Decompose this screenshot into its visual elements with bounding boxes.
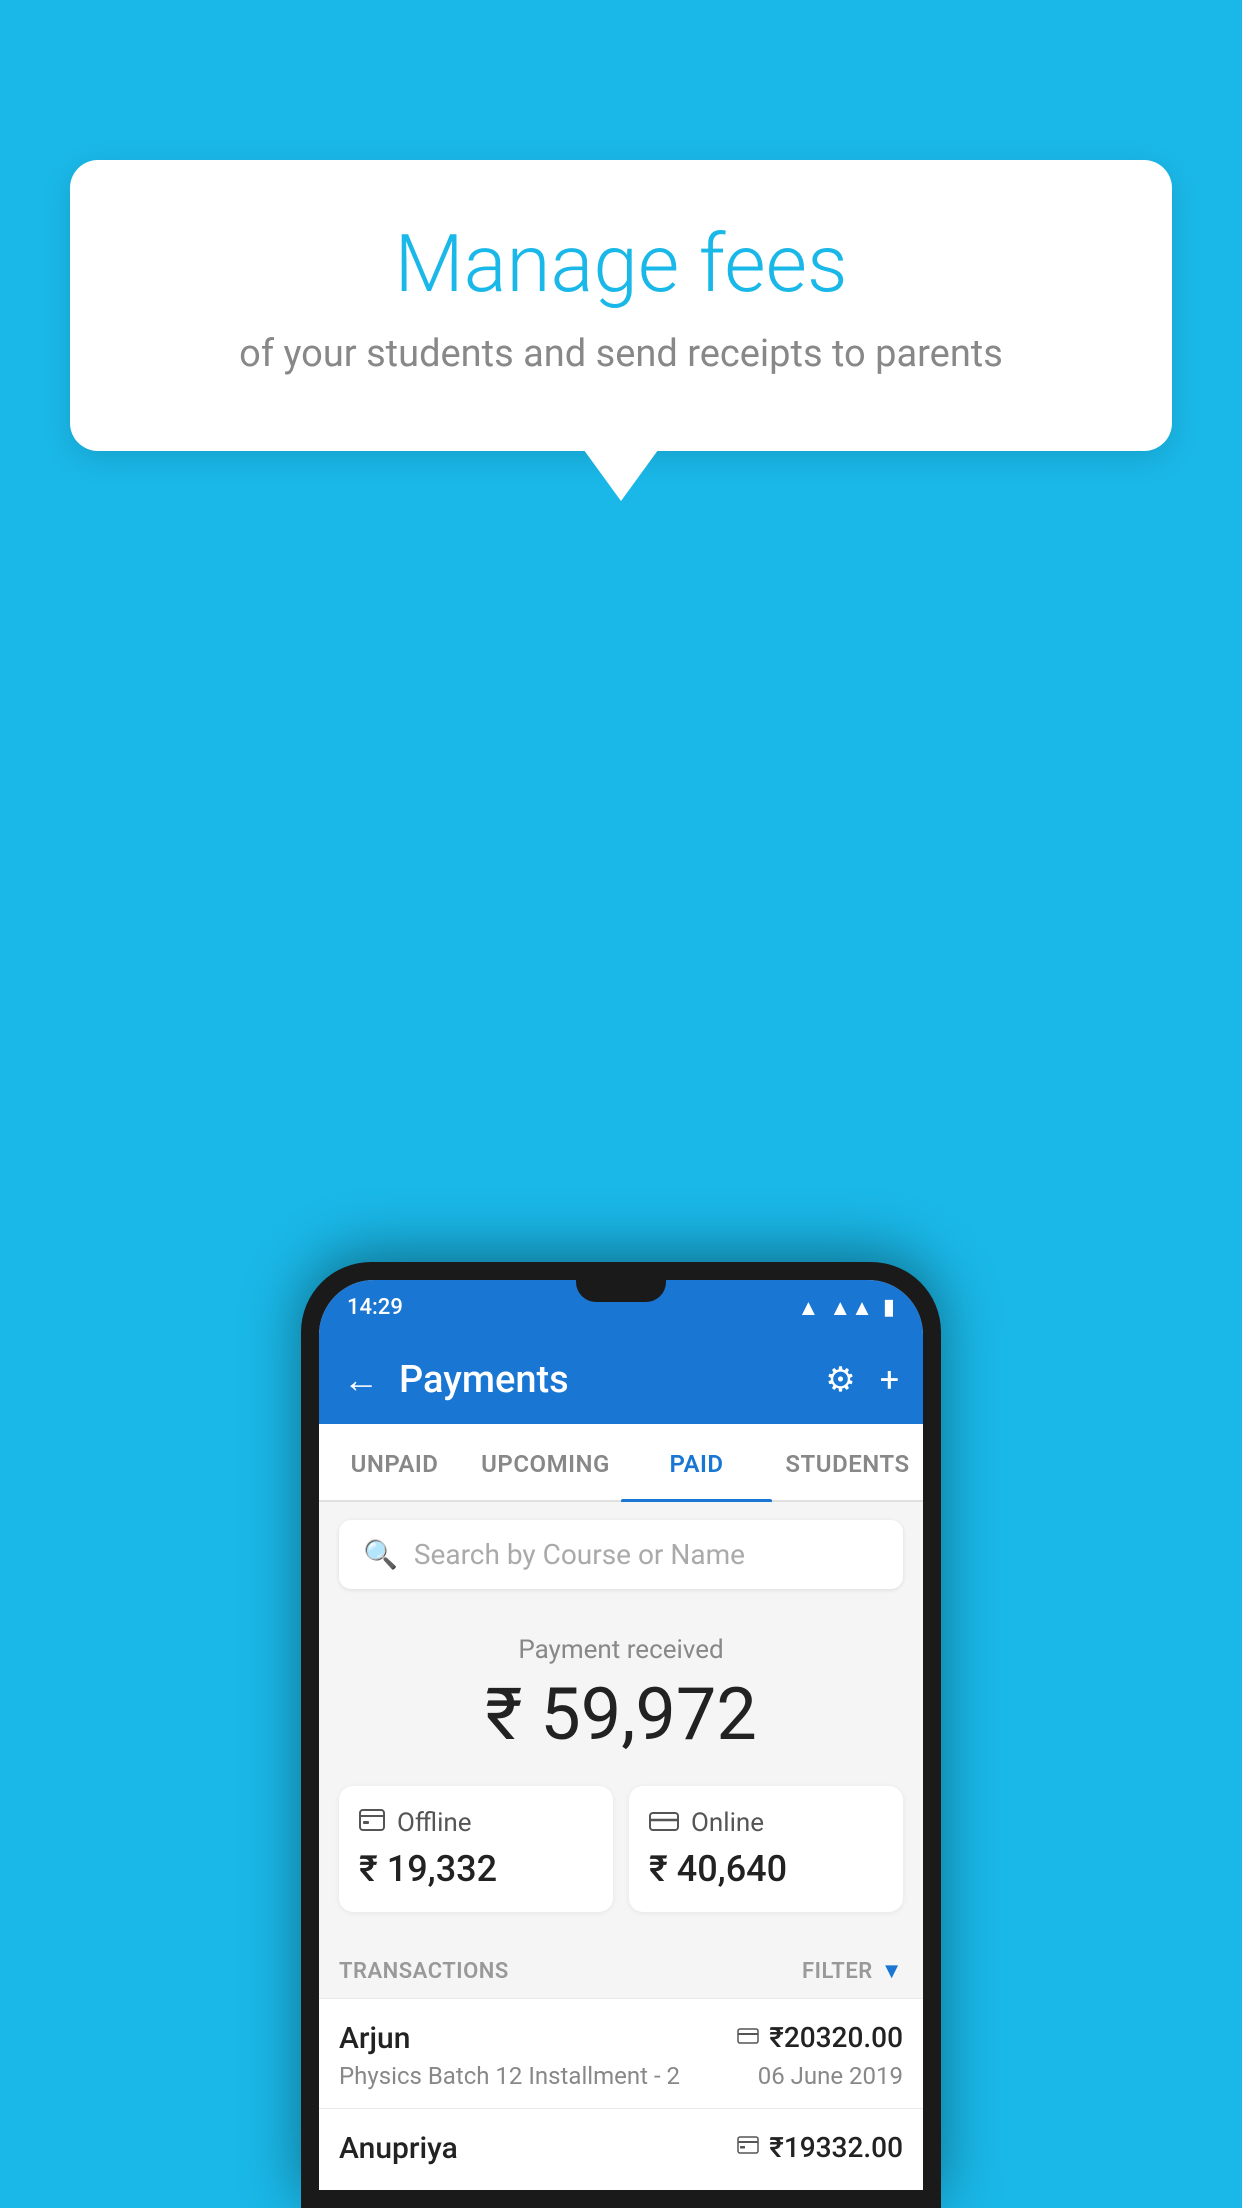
search-input[interactable]: Search by Course or Name: [414, 1538, 745, 1571]
tabs-bar: UNPAID UPCOMING PAID STUDENTS: [319, 1424, 923, 1502]
status-icons: ▲ ▲▲ ▮: [798, 1295, 895, 1321]
online-icon: [649, 1808, 679, 1838]
tx-amount-wrap-arjun: ₹20320.00: [737, 2021, 903, 2054]
tab-paid[interactable]: PAID: [621, 1424, 772, 1500]
search-box[interactable]: 🔍 Search by Course or Name: [339, 1520, 903, 1589]
filter-label: FILTER: [802, 1959, 873, 1984]
status-time: 14:29: [347, 1295, 403, 1320]
wifi-icon: ▲: [798, 1295, 820, 1321]
phone-notch: [576, 1280, 666, 1302]
transaction-row[interactable]: Anupriya ₹19332.00: [319, 2108, 923, 2190]
tx-sub-arjun: Physics Batch 12 Installment - 2 06 June…: [339, 2062, 903, 2090]
tx-amount-arjun: ₹20320.00: [769, 2021, 903, 2054]
online-amount: ₹ 40,640: [649, 1848, 883, 1890]
signal-icon: ▲▲: [829, 1295, 873, 1321]
card-header-online: Online: [649, 1808, 883, 1838]
card-header-offline: Offline: [359, 1808, 593, 1838]
online-payment-card: Online ₹ 40,640: [629, 1786, 903, 1912]
filter-button[interactable]: FILTER ▼: [802, 1958, 903, 1984]
tx-name-anupriya: Anupriya: [339, 2131, 458, 2166]
payment-cards-row: Offline ₹ 19,332 Online ₹ 40,640: [319, 1786, 923, 1940]
back-button[interactable]: ←: [343, 1359, 379, 1401]
tx-amount-anupriya: ₹19332.00: [769, 2131, 903, 2164]
add-button[interactable]: +: [880, 1360, 899, 1400]
page-title: Payments: [399, 1358, 825, 1402]
tab-students[interactable]: STUDENTS: [772, 1424, 923, 1500]
app-bar: ← Payments ⚙ +: [319, 1336, 923, 1424]
tx-date-arjun: 06 June 2019: [758, 2062, 903, 2090]
online-label: Online: [691, 1808, 764, 1838]
tooltip-card: Manage fees of your students and send re…: [70, 160, 1172, 451]
app-bar-actions: ⚙ +: [825, 1360, 899, 1400]
phone-frame: 14:29 ▲ ▲▲ ▮ ← Payments ⚙ + UNPAID UPCOM…: [301, 1262, 941, 2208]
filter-icon: ▼: [881, 1958, 903, 1984]
payment-received-amount: ₹ 59,972: [339, 1675, 903, 1754]
tx-main-arjun: Arjun ₹20320.00: [339, 2021, 903, 2056]
offline-icon: [359, 1808, 385, 1838]
payment-received-section: Payment received ₹ 59,972: [319, 1607, 923, 1786]
transaction-row[interactable]: Arjun ₹20320.00 Physics Batch 12 Install…: [319, 1998, 923, 2108]
transactions-label: TRANSACTIONS: [339, 1959, 509, 1984]
offline-amount: ₹ 19,332: [359, 1848, 593, 1890]
payment-received-label: Payment received: [339, 1635, 903, 1665]
tooltip-title: Manage fees: [150, 220, 1092, 308]
tx-name-arjun: Arjun: [339, 2021, 410, 2056]
tab-unpaid[interactable]: UNPAID: [319, 1424, 470, 1500]
transactions-header: TRANSACTIONS FILTER ▼: [319, 1940, 923, 1998]
settings-button[interactable]: ⚙: [825, 1360, 855, 1400]
phone-screen: 14:29 ▲ ▲▲ ▮ ← Payments ⚙ + UNPAID UPCOM…: [319, 1280, 923, 2190]
battery-icon: ▮: [883, 1295, 895, 1320]
tab-upcoming[interactable]: UPCOMING: [470, 1424, 621, 1500]
offline-label: Offline: [397, 1808, 472, 1838]
tooltip-subtitle: of your students and send receipts to pa…: [150, 328, 1092, 381]
tx-course-arjun: Physics Batch 12 Installment - 2: [339, 2062, 680, 2090]
tx-online-icon: [737, 2025, 759, 2050]
tx-offline-icon: [737, 2135, 759, 2160]
search-container: 🔍 Search by Course or Name: [319, 1502, 923, 1607]
tx-main-anupriya: Anupriya ₹19332.00: [339, 2131, 903, 2166]
offline-payment-card: Offline ₹ 19,332: [339, 1786, 613, 1912]
tx-amount-wrap-anupriya: ₹19332.00: [737, 2131, 903, 2164]
search-icon: 🔍: [363, 1538, 398, 1571]
